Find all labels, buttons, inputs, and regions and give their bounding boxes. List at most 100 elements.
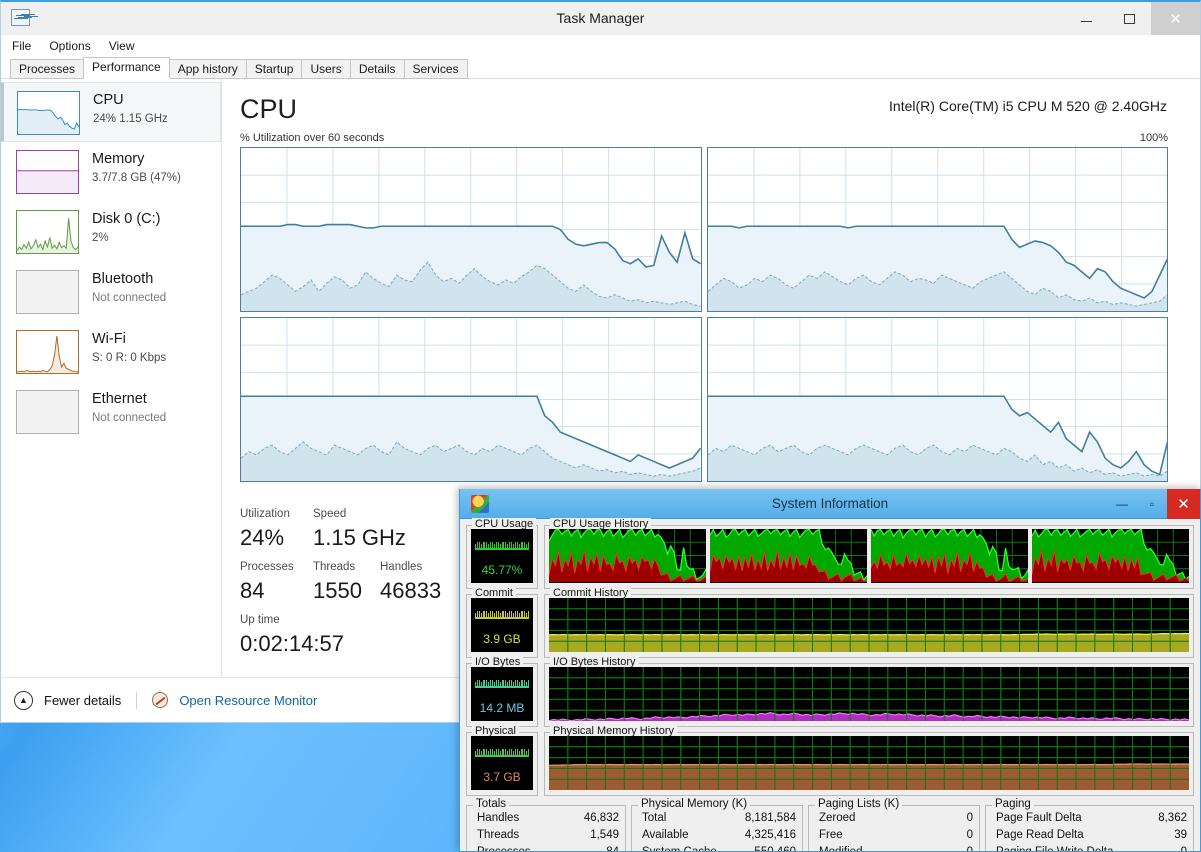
value-handles: 46833 xyxy=(380,578,442,603)
physical-memory-legend: Physical Memory (K) xyxy=(638,798,751,810)
sysinfo-close-button[interactable]: ✕ xyxy=(1167,489,1200,519)
menu-bar: File Options View xyxy=(1,35,1200,57)
fewer-details-button[interactable]: Fewer details xyxy=(44,693,121,708)
tab-users[interactable]: Users xyxy=(301,59,351,79)
system-information-window: System Information — ▫ ✕ CPU Usage 45.77… xyxy=(459,489,1201,852)
value-speed: 1.15 GHz xyxy=(313,525,406,550)
open-resource-monitor-link[interactable]: Open Resource Monitor xyxy=(179,693,317,708)
commit-meter-group: Commit 3.9 GB xyxy=(466,587,538,658)
row-value: 84 xyxy=(606,846,619,852)
paging-lists-legend: Paging Lists (K) xyxy=(815,798,903,810)
table-row: Page Fault Delta 8,362 xyxy=(992,810,1187,827)
tab-services[interactable]: Services xyxy=(403,59,468,79)
value-threads: 1550 xyxy=(313,578,362,603)
sysinfo-body: CPU Usage 45.77% Commit 3.9 GB I/O Bytes xyxy=(460,518,1200,852)
cpu-usage-history-group: CPU Usage History xyxy=(544,518,1194,589)
menu-file[interactable]: File xyxy=(12,39,31,53)
sidebar-item-wifi[interactable]: Wi-Fi S: 0 R: 0 Kbps xyxy=(1,322,221,382)
tab-details[interactable]: Details xyxy=(349,59,405,79)
tab-performance[interactable]: Performance xyxy=(83,57,170,79)
sidebar-item-ethernet[interactable]: Ethernet Not connected xyxy=(1,382,221,442)
row-label: Handles xyxy=(477,812,520,824)
row-value: 39 xyxy=(1174,829,1187,841)
table-row: Page Read Delta 39 xyxy=(992,827,1187,844)
system-information-app-icon xyxy=(471,495,489,513)
table-row: Modified 0 xyxy=(815,844,973,852)
sidebar-label-wifi: Wi-Fi xyxy=(92,331,126,347)
cpu-usage-history-charts xyxy=(549,529,1189,583)
row-label: System Cache xyxy=(642,846,717,852)
physical-memory-history-chart xyxy=(549,736,1189,790)
paging-lists-table: Paging Lists (K) Zeroed 0 Free 0 Modified 0 xyxy=(808,798,980,852)
table-row: Available 4,325,416 xyxy=(638,827,796,844)
maximize-icon xyxy=(1124,13,1135,24)
row-value: 0 xyxy=(966,846,973,852)
row-label: Modified xyxy=(819,846,863,852)
tab-processes[interactable]: Processes xyxy=(10,59,85,79)
menu-view[interactable]: View xyxy=(109,39,135,53)
row-value: 46,832 xyxy=(583,812,619,824)
sysinfo-meters-column: CPU Usage 45.77% Commit 3.9 GB I/O Bytes xyxy=(466,518,538,801)
cpu-usage-meter: 45.77% xyxy=(471,529,533,583)
value-processes: 84 xyxy=(240,578,265,603)
totals-legend: Totals xyxy=(473,798,510,810)
value-uptime: 0:02:14:57 xyxy=(240,631,344,656)
sysinfo-window-title: System Information xyxy=(771,496,889,511)
table-row: Total 8,181,584 xyxy=(638,810,796,827)
physical-value: 3.7 GB xyxy=(483,770,521,784)
chevron-up-icon[interactable]: ▲ xyxy=(14,690,33,710)
commit-bargraph xyxy=(475,608,529,617)
sidebar-sub-memory: 3.7/7.8 GB (47%) xyxy=(92,172,181,184)
resource-sidebar: CPU 24% 1.15 GHz Memory 3.7/7.8 GB (47%)… xyxy=(1,79,222,677)
sidebar-item-bluetooth[interactable]: Bluetooth Not connected xyxy=(1,262,221,322)
graph-axis-max: 100% xyxy=(1139,132,1168,144)
sidebar-label-cpu: CPU xyxy=(93,92,124,108)
close-button[interactable]: ✕ xyxy=(1151,2,1200,35)
task-manager-app-icon xyxy=(11,9,30,26)
sidebar-item-disk[interactable]: Disk 0 (C:) 2% xyxy=(1,202,221,262)
tab-startup[interactable]: Startup xyxy=(245,59,303,79)
cpu-model-label: Intel(R) Core(TM) i5 CPU M 520 @ 2.40GHz xyxy=(889,98,1167,114)
sidebar-item-memory[interactable]: Memory 3.7/7.8 GB (47%) xyxy=(1,142,221,202)
paging-table: Paging Page Fault Delta 8,362 Page Read D… xyxy=(985,798,1194,852)
memory-thumbnail xyxy=(16,150,79,194)
table-row: Free 0 xyxy=(815,827,973,844)
footer-divider xyxy=(136,691,138,709)
sidebar-label-memory: Memory xyxy=(92,151,145,167)
physical-memory-table: Physical Memory (K) Total 8,181,584 Avail… xyxy=(631,798,803,852)
row-value: 0 xyxy=(1180,846,1187,852)
menu-options[interactable]: Options xyxy=(49,39,90,53)
io-bytes-history-chart xyxy=(549,667,1189,721)
label-threads: Threads xyxy=(313,561,356,573)
table-row: Threads 1,549 xyxy=(473,827,619,844)
row-label: Available xyxy=(642,829,689,841)
paging-legend: Paging xyxy=(992,798,1034,810)
sysinfo-minimize-button[interactable]: — xyxy=(1107,492,1137,516)
minimize-button[interactable] xyxy=(1065,2,1108,35)
maximize-button[interactable] xyxy=(1108,2,1151,35)
physical-meter-group: Physical 3.7 GB xyxy=(466,725,538,796)
label-handles: Handles xyxy=(380,561,423,573)
cpu-history-chart-3 xyxy=(1032,529,1189,583)
sidebar-sub-disk: 2% xyxy=(92,232,109,244)
table-row: Zeroed 0 xyxy=(815,810,973,827)
io-bytes-bargraph xyxy=(475,677,529,686)
cpu-history-chart-2 xyxy=(871,529,1028,583)
sidebar-item-cpu[interactable]: CPU 24% 1.15 GHz xyxy=(1,82,221,142)
sidebar-label-ethernet: Ethernet xyxy=(92,391,147,407)
physical-memory-history-group: Physical Memory History xyxy=(544,725,1194,796)
minimize-icon xyxy=(1081,21,1092,22)
physical-meter: 3.7 GB xyxy=(471,736,533,790)
row-label: Processes xyxy=(477,846,531,852)
row-label: Zeroed xyxy=(819,812,856,824)
tab-strip: Processes Performance App history Startu… xyxy=(1,57,1200,79)
resource-monitor-icon xyxy=(152,692,169,708)
row-label: Page Fault Delta xyxy=(996,812,1082,824)
row-label: Paging File Write Delta xyxy=(996,846,1114,852)
commit-meter: 3.9 GB xyxy=(471,598,533,652)
tab-app-history[interactable]: App history xyxy=(168,59,247,79)
cpu-core-graph-0 xyxy=(240,147,702,312)
wifi-thumbnail xyxy=(16,330,79,374)
sysinfo-maximize-button[interactable]: ▫ xyxy=(1137,492,1167,516)
sidebar-sub-ethernet: Not connected xyxy=(92,412,167,424)
